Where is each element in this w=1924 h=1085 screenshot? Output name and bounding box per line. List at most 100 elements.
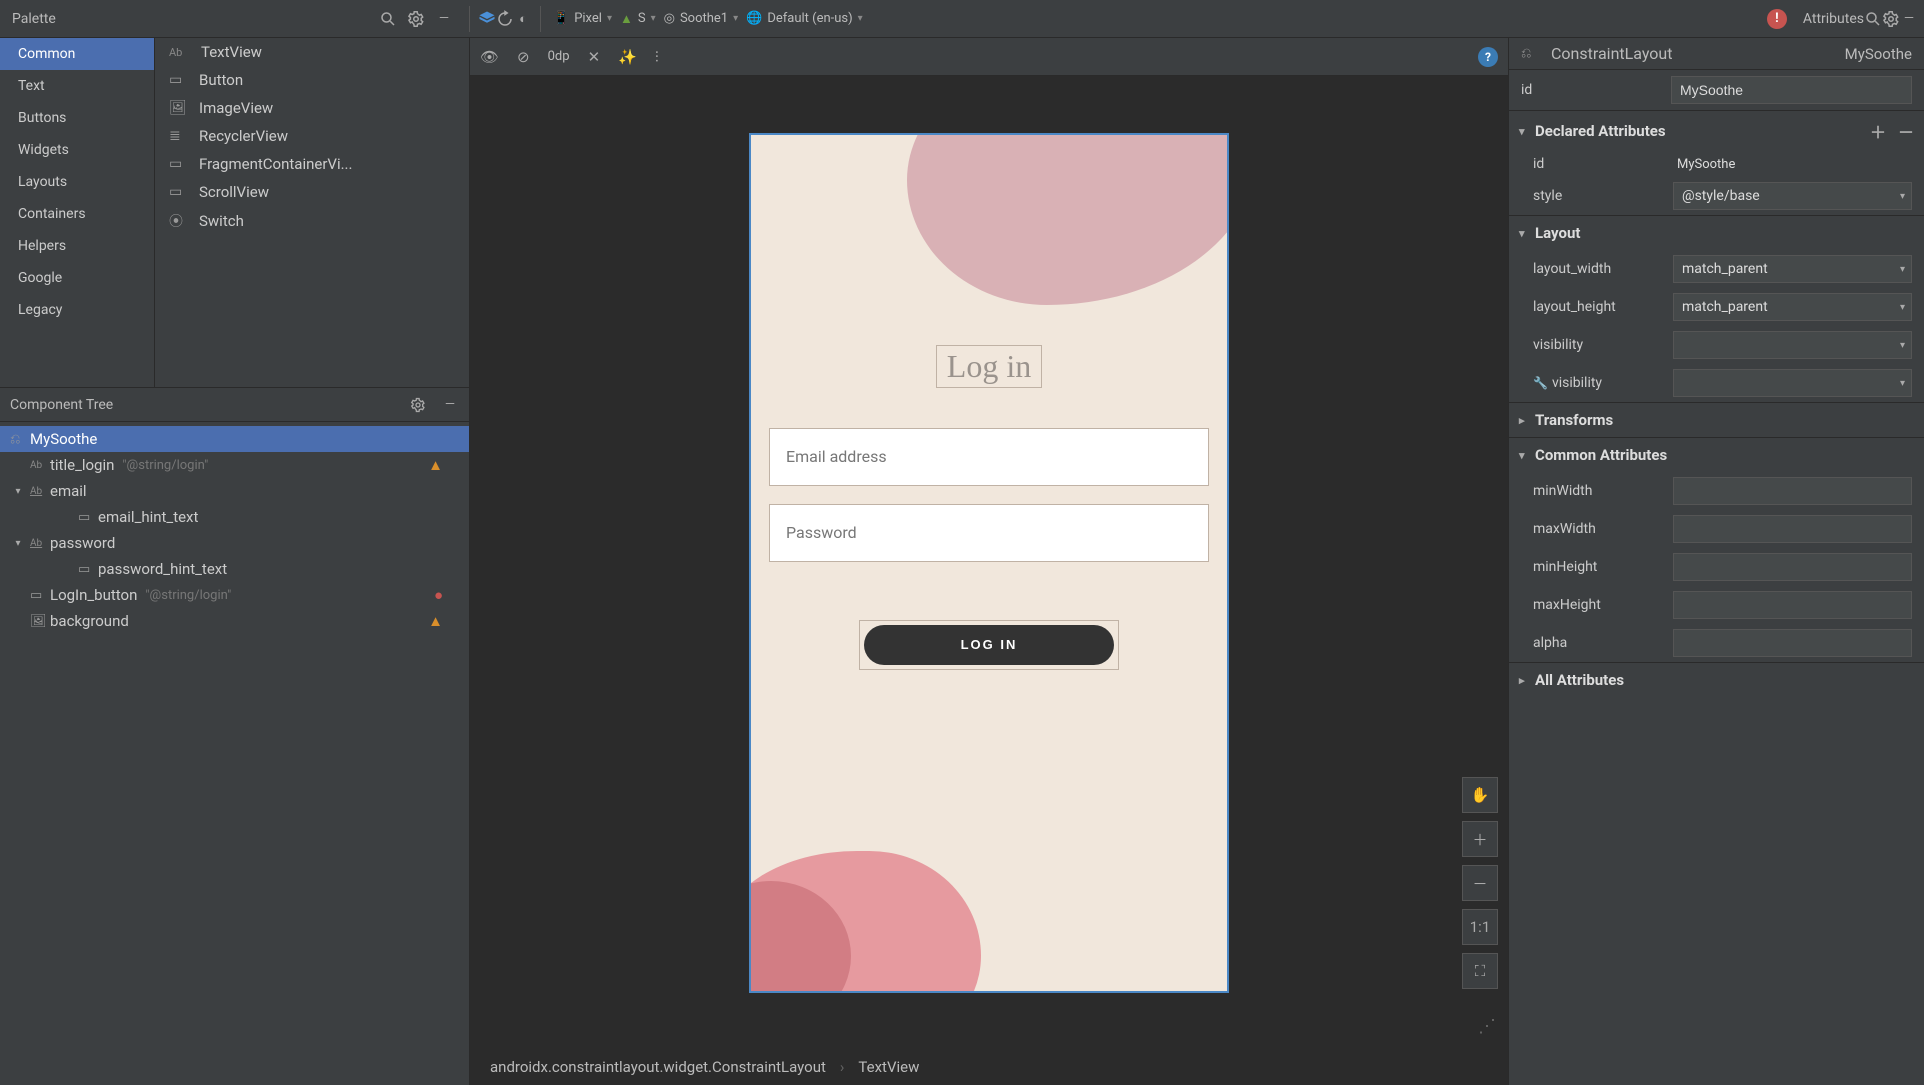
attr-maxwidth-label: maxWidth [1533,521,1663,537]
resize-handle-icon[interactable]: ⋰ [1478,1016,1496,1037]
add-attribute-icon[interactable]: ＋ [1870,119,1886,143]
tree-node-root[interactable]: ⎌MySoothe [0,426,469,452]
device-selector[interactable]: 📱Pixel▾ [549,9,616,28]
palette-item-recyclerview[interactable]: ≣RecyclerView [155,122,469,150]
device-preview[interactable]: Log in Email address Password LOG IN [749,133,1229,993]
palette-items: AbTextView ▭Button 🖼ImageView ≣RecyclerV… [155,38,469,387]
attributes-panel: ⎌ ConstraintLayout MySoothe id ▾Declared… [1508,38,1924,1085]
attr-tools-visibility-combo[interactable]: ▾ [1673,369,1912,397]
attr-section-transforms[interactable]: ▸Transforms [1509,402,1924,437]
attr-section-declared[interactable]: ▾Declared Attributes ＋－ [1509,110,1924,151]
palette-cat-layouts[interactable]: Layouts [0,166,154,198]
autoconnect-icon[interactable]: ⊘ [517,48,530,66]
guidelines-icon[interactable]: ⫶ [655,48,659,66]
layers-icon[interactable] [478,10,496,28]
expand-icon[interactable]: ⛶ [1462,953,1498,989]
tree-node-email-hint[interactable]: ▭ email_hint_text [0,504,469,530]
tree-node-email[interactable]: ▾ Ab email [0,478,469,504]
rotate-icon[interactable] [496,10,514,28]
attr-style-combo[interactable]: @style/base▾ [1673,182,1912,210]
palette-cat-legacy[interactable]: Legacy [0,294,154,326]
palette-cat-buttons[interactable]: Buttons [0,102,154,134]
tree-node-background[interactable]: 🖼 background ▲ [0,608,469,634]
design-toolbar: 👁 ⊘ 0dp ✕ ✨ ⫶ ? [470,38,1508,76]
pan-icon[interactable]: ✋ [1462,777,1498,813]
preview-password-input[interactable]: Password [769,504,1209,562]
attr-search-icon[interactable] [1864,10,1882,28]
error-icon[interactable]: ● [434,586,443,604]
breadcrumb: androidx.constraintlayout.widget.Constra… [470,1049,1508,1085]
zoom-out-icon[interactable]: － [1462,865,1498,901]
chevron-down-icon[interactable]: ▾ [10,486,26,497]
surface-tools: ✋ ＋ － 1:1 ⛶ [1462,777,1498,989]
palette-item-button[interactable]: ▭Button [155,66,469,94]
palette-item-fragmentcontainer[interactable]: ▭FragmentContainerVi... [155,150,469,178]
error-indicator-icon[interactable]: ! [1767,9,1787,29]
attr-maxwidth-input[interactable] [1673,515,1912,543]
help-icon[interactable]: ? [1478,47,1498,67]
attr-minheight-label: minHeight [1533,559,1663,575]
palette-cat-containers[interactable]: Containers [0,198,154,230]
preview-login-button[interactable]: LOG IN [864,625,1114,665]
breadcrumb-root[interactable]: androidx.constraintlayout.widget.Constra… [490,1058,826,1076]
palette-item-scrollview[interactable]: ▭ScrollView [155,178,469,206]
tree-node-password[interactable]: ▾ Ab password [0,530,469,556]
tree-node-title-login[interactable]: Ab title_login "@string/login" ▲ [0,452,469,478]
attr-minheight-input[interactable] [1673,553,1912,581]
attr-maxheight-input[interactable] [1673,591,1912,619]
preview-login-title[interactable]: Log in [936,345,1042,388]
remove-attribute-icon[interactable]: － [1898,119,1914,143]
zoom-in-icon[interactable]: ＋ [1462,821,1498,857]
attr-layout-width-combo[interactable]: match_parent▾ [1673,255,1912,283]
breadcrumb-child[interactable]: TextView [858,1058,919,1076]
component-tree-panel: Component Tree — ⎌MySoothe Ab title_lo [0,388,469,1085]
zoom-fit-icon[interactable]: 1:1 [1462,909,1498,945]
tree-node-login-button[interactable]: ▭ LogIn_button "@string/login" ● [0,582,469,608]
palette-item-textview[interactable]: AbTextView [155,38,469,66]
default-margin[interactable]: 0dp [548,49,570,64]
palette-cat-helpers[interactable]: Helpers [0,230,154,262]
attr-gear-icon[interactable] [1882,10,1900,28]
theme-selector[interactable]: ◎Soothe1▾ [660,9,743,28]
warning-icon[interactable]: ▲ [428,456,443,474]
attr-alpha-input[interactable] [1673,629,1912,657]
search-icon[interactable] [379,10,397,28]
attr-layout-height-combo[interactable]: match_parent▾ [1673,293,1912,321]
attr-tools-visibility-label: 🔧visibility [1533,375,1663,391]
palette-cat-common[interactable]: Common [0,38,154,70]
minimize-icon[interactable]: — [435,10,453,28]
attr-minwidth-label: minWidth [1533,483,1663,499]
tree-minimize-icon[interactable]: — [441,396,459,414]
attr-minwidth-input[interactable] [1673,477,1912,505]
api-selector[interactable]: ▲S▾ [616,9,660,29]
attr-component-type: ConstraintLayout [1551,44,1672,63]
eye-icon[interactable]: 👁 [480,48,499,66]
theme-icon[interactable]: ◐ [514,10,532,28]
attr-declared-id-value[interactable]: MySoothe [1673,157,1735,172]
gear-icon[interactable] [407,10,425,28]
warning-icon[interactable]: ▲ [428,612,443,630]
preview-email-input[interactable]: Email address [769,428,1209,486]
attr-id-input[interactable] [1671,76,1912,104]
chevron-down-icon[interactable]: ▾ [10,538,26,549]
tree-node-password-hint[interactable]: ▭ password_hint_text [0,556,469,582]
attr-section-layout[interactable]: ▾Layout [1509,215,1924,250]
palette-item-switch[interactable]: ⦿Switch [155,206,469,236]
palette-cat-google[interactable]: Google [0,262,154,294]
palette-item-imageview[interactable]: 🖼ImageView [155,94,469,122]
locale-selector[interactable]: 🌐Default (en-us)▾ [742,9,867,28]
attr-alpha-label: alpha [1533,635,1663,651]
magic-wand-icon[interactable]: ✨ [618,48,637,66]
attr-visibility-combo[interactable]: ▾ [1673,331,1912,359]
clear-constraints-icon[interactable]: ✕ [588,48,601,66]
design-surface[interactable]: Log in Email address Password LOG IN ⋰ ✋… [470,76,1508,1049]
attributes-component-header: ⎌ ConstraintLayout MySoothe [1509,38,1924,70]
tree-gear-icon[interactable] [409,396,427,414]
attr-maxheight-label: maxHeight [1533,597,1663,613]
attr-section-common[interactable]: ▾Common Attributes [1509,437,1924,472]
palette-cat-widgets[interactable]: Widgets [0,134,154,166]
attr-minimize-icon[interactable]: — [1900,10,1918,28]
palette-cat-text[interactable]: Text [0,70,154,102]
attr-declared-style-label: style [1533,188,1663,204]
attr-section-all[interactable]: ▸All Attributes [1509,662,1924,697]
